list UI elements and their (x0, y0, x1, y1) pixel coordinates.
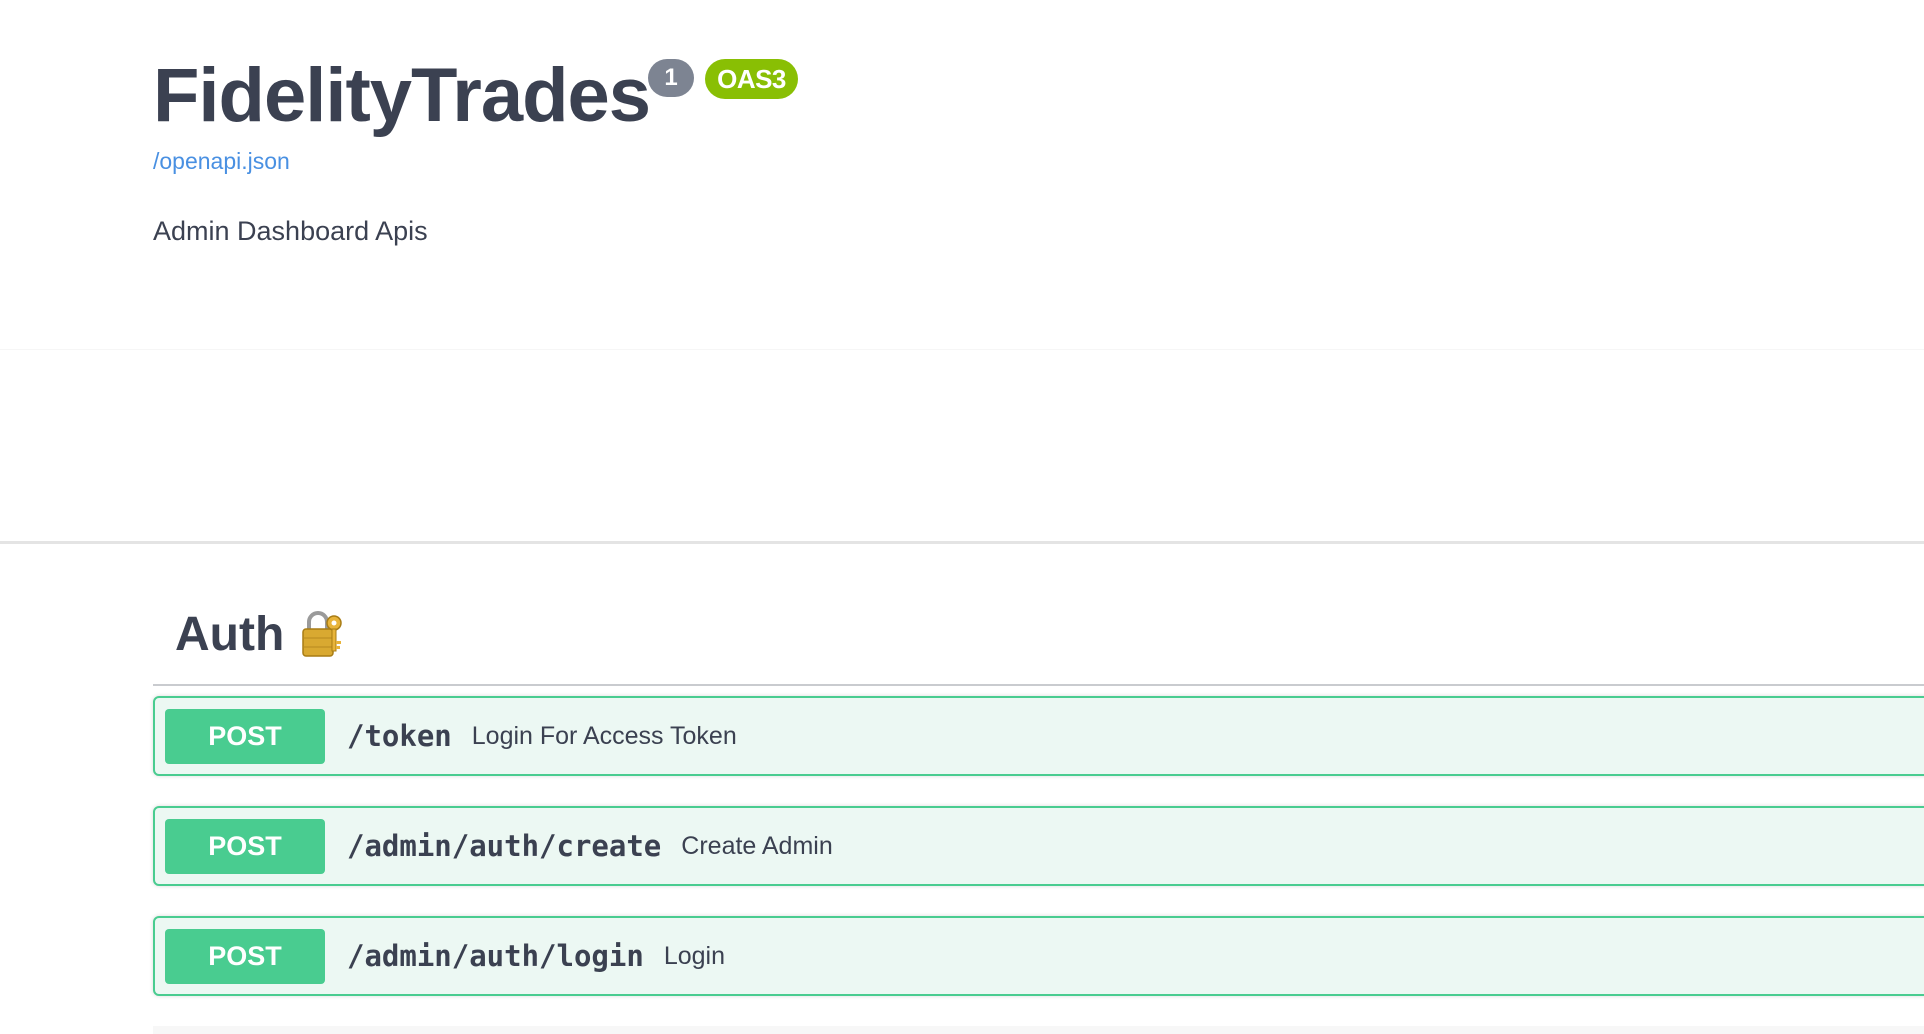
models-section-edge (153, 1026, 1924, 1034)
operation-summary: Login (663, 941, 725, 970)
operation-post-admin-auth-login[interactable]: POST /admin/auth/login Login (153, 916, 1924, 996)
method-badge: POST (165, 708, 325, 764)
version-badge: 1 (648, 59, 694, 97)
method-badge: POST (165, 928, 325, 984)
operation-summary: Create Admin (681, 831, 833, 860)
swagger-page: FidelityTrades 1 OAS3 /openapi.json Admi… (0, 0, 1924, 1034)
scheme-container-divider (0, 541, 1924, 544)
operation-post-token[interactable]: POST /token Login For Access Token (153, 696, 1924, 776)
operation-path: /admin/auth/login (347, 939, 644, 973)
operation-path: /token (347, 719, 452, 753)
openapi-json-link[interactable]: /openapi.json (153, 148, 290, 175)
locked-with-key-icon (300, 609, 346, 659)
operation-post-admin-auth-create[interactable]: POST /admin/auth/create Create Admin (153, 806, 1924, 886)
tag-name: Auth (175, 607, 285, 661)
section-separator (0, 349, 1924, 350)
api-title: FidelityTrades (153, 53, 651, 138)
method-badge: POST (165, 818, 325, 874)
tag-section-auth[interactable]: Auth (175, 604, 346, 664)
operation-path: /admin/auth/create (347, 829, 662, 863)
operation-summary: Login For Access Token (471, 721, 737, 750)
api-description: Admin Dashboard Apis (153, 216, 428, 246)
oas-badge: OAS3 (705, 59, 798, 99)
tag-divider (153, 684, 1924, 686)
